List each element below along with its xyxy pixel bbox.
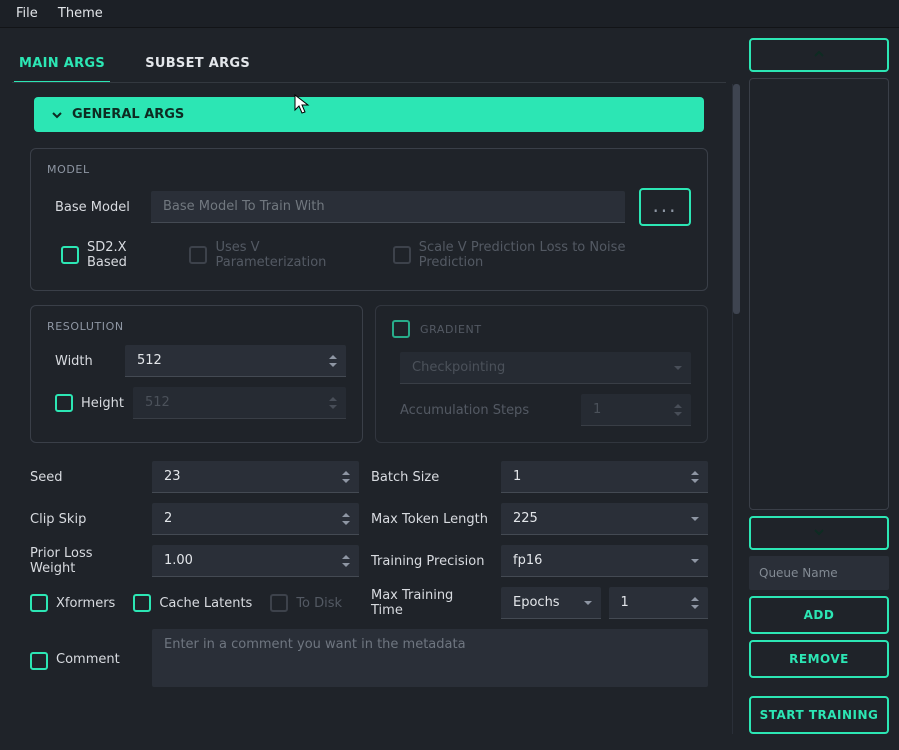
batch-label: Batch Size (371, 470, 489, 485)
remove-button[interactable]: REMOVE (749, 640, 889, 678)
maxtok-label: Max Token Length (371, 512, 489, 527)
menu-theme[interactable]: Theme (50, 4, 111, 23)
prior-input[interactable] (152, 545, 359, 577)
scrollbar[interactable] (732, 84, 739, 734)
width-stepper[interactable] (328, 345, 344, 377)
cache-latents-checkbox[interactable] (133, 594, 151, 612)
cache-latents-label: Cache Latents (159, 596, 252, 611)
scalev-checkbox (393, 246, 411, 264)
accum-steps-stepper (673, 394, 689, 426)
height-input (133, 387, 346, 419)
chevron-up-icon (813, 49, 825, 59)
chevron-down-icon (813, 527, 825, 537)
scalev-label: Scale V Prediction Loss to Noise Predict… (419, 240, 691, 270)
resolution-legend: RESOLUTION (47, 320, 346, 333)
maxtok-select[interactable] (501, 503, 708, 535)
vparam-checkbox (189, 246, 207, 264)
sd2x-checkbox[interactable] (61, 246, 79, 264)
height-checkbox[interactable] (55, 394, 73, 412)
start-training-button[interactable]: START TRAINING (749, 696, 889, 734)
width-label: Width (47, 354, 115, 369)
menu-file[interactable]: File (8, 4, 46, 23)
checkpointing-select (400, 352, 691, 384)
todisk-checkbox (270, 594, 288, 612)
caret-down-icon (690, 557, 700, 565)
comment-label: Comment (56, 652, 120, 667)
collapse-up-button[interactable] (749, 38, 889, 72)
prec-select[interactable] (501, 545, 708, 577)
gradient-fieldset: GRADIENT Accumulation Steps (375, 305, 708, 443)
xformers-label: Xformers (56, 596, 115, 611)
queue-list-panel (749, 78, 889, 510)
width-input[interactable] (125, 345, 346, 377)
mtime-stepper[interactable] (690, 587, 706, 619)
prior-label: Prior Loss Weight (30, 546, 140, 576)
seed-input[interactable] (152, 461, 359, 493)
general-args-header[interactable]: GENERAL ARGS (34, 97, 704, 132)
seed-label: Seed (30, 470, 140, 485)
gradient-checkbox[interactable] (392, 320, 410, 338)
batch-input[interactable] (501, 461, 708, 493)
tab-subset-args[interactable]: SUBSET ARGS (140, 46, 255, 81)
menubar: File Theme (0, 0, 899, 28)
gradient-legend: GRADIENT (420, 323, 482, 336)
scrollbar-thumb[interactable] (733, 84, 740, 314)
comment-checkbox[interactable] (30, 652, 48, 670)
tab-main-args[interactable]: MAIN ARGS (14, 46, 110, 83)
sd2x-label: SD2.X Based (87, 240, 169, 270)
vparam-label: Uses V Parameterization (215, 240, 372, 270)
caret-down-icon (583, 599, 593, 607)
clip-stepper[interactable] (341, 503, 357, 535)
comment-textarea[interactable] (152, 629, 708, 687)
seed-stepper[interactable] (341, 461, 357, 493)
prec-label: Training Precision (371, 554, 489, 569)
accum-steps-label: Accumulation Steps (400, 403, 571, 418)
expand-down-button[interactable] (749, 516, 889, 550)
batch-stepper[interactable] (690, 461, 706, 493)
mtime-label: Max Training Time (371, 588, 489, 618)
tabs: MAIN ARGS SUBSET ARGS (12, 38, 726, 83)
clip-label: Clip Skip (30, 512, 140, 527)
model-fieldset: MODEL Base Model ... SD2.X Based (30, 148, 708, 291)
caret-down-icon (690, 515, 700, 523)
prior-stepper[interactable] (341, 545, 357, 577)
base-model-browse-button[interactable]: ... (639, 188, 691, 226)
queue-name-input[interactable] (749, 556, 889, 590)
height-stepper (328, 387, 344, 419)
model-legend: MODEL (47, 163, 691, 176)
caret-down-icon (673, 364, 683, 372)
add-button[interactable]: ADD (749, 596, 889, 634)
height-label: Height (81, 396, 124, 411)
xformers-checkbox[interactable] (30, 594, 48, 612)
todisk-label: To Disk (296, 596, 342, 611)
base-model-input[interactable] (151, 191, 625, 223)
clip-input[interactable] (152, 503, 359, 535)
base-model-label: Base Model (47, 200, 137, 215)
chevron-down-icon (52, 110, 62, 120)
resolution-fieldset: RESOLUTION Width (30, 305, 363, 443)
